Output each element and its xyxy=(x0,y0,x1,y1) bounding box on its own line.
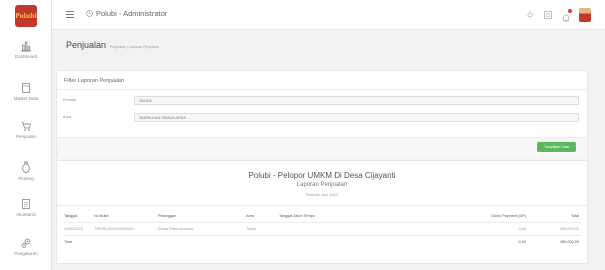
table-header-row: Tanggal No Bukti Pelanggan Area Tanggal … xyxy=(63,210,581,223)
cart-icon xyxy=(21,122,31,131)
report-subtitle: Laporan Penjualan xyxy=(296,182,348,188)
sidebar-item-label: Pengaturan xyxy=(14,251,38,256)
table-row: 21/06/2023 TRX/SLS/2023/06/0001 Shara Ra… xyxy=(63,223,581,236)
bell-icon xyxy=(563,14,569,22)
clock-icon xyxy=(86,10,93,17)
period-field[interactable]: 202306 xyxy=(134,96,579,105)
filter-card: Filter Laporan Penjualan Periode 202306 … xyxy=(56,70,588,159)
table-cell: 0,00 xyxy=(518,227,526,231)
menu-toggle-icon[interactable] xyxy=(66,11,74,18)
column-header[interactable]: Tanggal Jatuh Tempo xyxy=(279,214,315,218)
top-header: Polubi - Administrator xyxy=(52,0,605,30)
divider xyxy=(57,205,587,206)
sales-table: Tanggal No Bukti Pelanggan Area Tanggal … xyxy=(63,210,581,249)
column-header[interactable]: Total xyxy=(571,214,579,218)
total-dp: 0,00 xyxy=(518,240,526,244)
header-title: Polubi - Administrator xyxy=(96,9,168,18)
notification-badge xyxy=(568,9,572,13)
app-logo[interactable]: Polubi xyxy=(15,5,37,27)
filter-title: Filter Laporan Penjualan xyxy=(64,78,124,84)
table-cell: - xyxy=(279,227,281,231)
report-card: Polubi - Pelopor UMKM Di Desa Cijayanti … xyxy=(56,160,588,264)
sidebar-item-master-data[interactable]: Master Data xyxy=(0,82,52,101)
sidebar-item-label: Akuntansi xyxy=(16,212,36,217)
report-period: Periode Juni 2023 xyxy=(305,192,339,197)
header-brand: Polubi - Administrator xyxy=(86,9,167,18)
report-title: Polubi - Pelopor UMKM Di Desa Cijayanti xyxy=(248,171,396,180)
total-label: Total xyxy=(64,240,73,244)
sidebar-item-dashboard[interactable]: Dashboard xyxy=(0,40,52,59)
column-header[interactable]: Down Payment (DP) xyxy=(491,214,526,218)
sidebar-item-pengaturan[interactable]: Pengaturan xyxy=(0,237,52,256)
gears-icon xyxy=(21,238,31,248)
filter-footer xyxy=(57,137,587,159)
sun-icon[interactable] xyxy=(525,10,535,20)
sidebar: Polubi Dashboard Master Data Penjualan P… xyxy=(0,0,52,270)
breadcrumb[interactable]: Penjualan | Laporan Penjualan xyxy=(110,45,159,49)
column-header[interactable]: Pelanggan xyxy=(158,214,176,218)
table-cell: Tokyo xyxy=(246,227,256,231)
sidebar-item-label: Piutang xyxy=(18,176,34,181)
divider xyxy=(57,89,587,90)
avatar[interactable] xyxy=(579,8,591,22)
table-cell: 450.000,00 xyxy=(559,227,579,231)
folder-icon xyxy=(22,83,30,93)
show-data-button[interactable]: Tampilkan Data xyxy=(537,142,576,152)
sidebar-item-akuntansi[interactable]: Akuntansi xyxy=(0,198,52,217)
page-heading: Penjualan Penjualan | Laporan Penjualan xyxy=(66,40,159,50)
sidebar-item-label: Master Data xyxy=(13,96,39,101)
table-cell: TRX/SLS/2023/06/0001 xyxy=(94,227,135,231)
area-select[interactable]: TAMPILKAN SEMUA AREA xyxy=(134,113,579,122)
table-total-row: Total 0,00 450.000,00 xyxy=(63,236,581,249)
page-title: Penjualan xyxy=(66,40,107,50)
sidebar-item-label: Dashboard xyxy=(14,54,37,59)
table-cell: 21/06/2023 xyxy=(64,227,84,231)
notification-bell[interactable] xyxy=(561,9,572,22)
period-label: Periode xyxy=(63,98,77,102)
table-cell: Shara Rana Annisaa xyxy=(158,227,193,231)
logo-text: Polubi xyxy=(15,12,37,20)
column-header[interactable]: Area xyxy=(246,214,254,218)
sidebar-item-piutang[interactable]: Piutang xyxy=(0,160,52,181)
sidebar-item-label: Penjualan xyxy=(15,134,37,139)
column-header[interactable]: No Bukti xyxy=(94,214,108,218)
document-icon xyxy=(22,199,30,209)
money-bag-icon xyxy=(22,161,30,173)
fullscreen-icon[interactable] xyxy=(543,10,553,20)
column-header[interactable]: Tanggal xyxy=(64,214,77,218)
sidebar-item-penjualan[interactable]: Penjualan xyxy=(0,120,52,139)
area-label: Area xyxy=(63,115,72,119)
total-amount: 450.000,00 xyxy=(559,240,579,244)
bar-chart-icon xyxy=(21,41,31,52)
